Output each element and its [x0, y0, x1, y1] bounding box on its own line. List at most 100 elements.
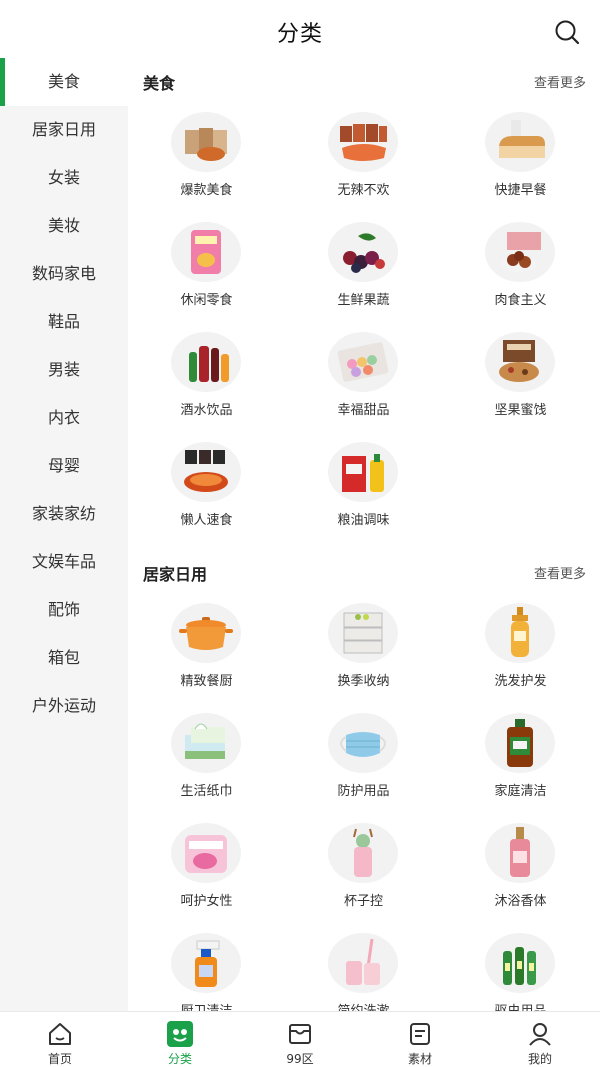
- search-icon[interactable]: [554, 19, 580, 45]
- category-item[interactable]: 坚果蜜饯: [442, 322, 599, 432]
- sidebar-item-home-textile[interactable]: 家装家纺: [0, 490, 128, 538]
- category-label: 精致餐厨: [180, 674, 233, 689]
- tab-99-zone[interactable]: 99区: [240, 1012, 360, 1067]
- bottom-tab-bar: 首页 分类 99区 素材 我的: [0, 1011, 600, 1067]
- disinfectant-icon: [485, 713, 555, 773]
- bread-icon: [485, 112, 555, 172]
- storage-box-icon: [328, 603, 398, 663]
- category-item[interactable]: 生活纸巾: [128, 703, 285, 813]
- sidebar-item-home-daily[interactable]: 居家日用: [0, 106, 128, 154]
- category-icon: [167, 1021, 193, 1047]
- category-label: 生鲜果蔬: [337, 293, 390, 308]
- sidebar-item-beauty[interactable]: 美妆: [0, 202, 128, 250]
- category-item[interactable]: 酒水饮品: [128, 322, 285, 432]
- category-label: 肉食主义: [494, 293, 547, 308]
- sidebar-item-accessories[interactable]: 配饰: [0, 586, 128, 634]
- category-label: 呵护女性: [180, 894, 233, 909]
- category-item[interactable]: 防护用品: [285, 703, 442, 813]
- category-item[interactable]: 懒人速食: [128, 432, 285, 542]
- tab-category[interactable]: 分类: [120, 1012, 240, 1067]
- category-label: 快捷早餐: [494, 183, 547, 198]
- tab-home[interactable]: 首页: [0, 1012, 120, 1067]
- category-item[interactable]: 粮油调味: [285, 432, 442, 542]
- category-label: 换季收纳: [337, 674, 390, 689]
- tissue-icon: [171, 713, 241, 773]
- category-item[interactable]: 休闲零食: [128, 212, 285, 322]
- sidebar-item-entertainment-car[interactable]: 文娱车品: [0, 538, 128, 586]
- category-label: 家庭清洁: [494, 784, 547, 799]
- toothbrush-cup-icon: [328, 933, 398, 993]
- category-label: 杯子控: [343, 894, 383, 909]
- category-label: 无辣不欢: [337, 183, 390, 198]
- section-header: 美食 查看更多: [128, 58, 600, 102]
- top-header: 分类: [0, 0, 600, 60]
- category-item[interactable]: 杯子控: [285, 813, 442, 923]
- view-more-link[interactable]: 查看更多: [534, 563, 586, 582]
- bottles-icon: [485, 933, 555, 993]
- category-label: 驱虫用品: [442, 1000, 599, 1011]
- category-item[interactable]: 肉食主义: [442, 212, 599, 322]
- category-item[interactable]: 精致餐厨: [128, 593, 285, 703]
- tab-label: 分类: [167, 1052, 192, 1066]
- category-item[interactable]: 简约洗漱: [285, 923, 442, 1011]
- category-item[interactable]: 换季收纳: [285, 593, 442, 703]
- sidebar-item-bags[interactable]: 箱包: [0, 634, 128, 682]
- chips-bag-icon: [171, 222, 241, 282]
- sidebar-item-digital[interactable]: 数码家电: [0, 250, 128, 298]
- mask-icon: [328, 713, 398, 773]
- cup-icon: [328, 823, 398, 883]
- sidebar-item-food[interactable]: 美食: [0, 58, 128, 106]
- category-label: 洗发护发: [494, 674, 547, 689]
- category-item[interactable]: 驱虫用品: [442, 923, 599, 1011]
- pot-icon: [171, 603, 241, 663]
- category-item[interactable]: 厨卫清洁: [128, 923, 285, 1011]
- sidebar-item-baby[interactable]: 母婴: [0, 442, 128, 490]
- category-label: 简约洗漱: [285, 1000, 442, 1011]
- tab-materials[interactable]: 素材: [360, 1012, 480, 1067]
- sidebar-item-underwear[interactable]: 内衣: [0, 394, 128, 442]
- sidebar-item-menswear[interactable]: 男装: [0, 346, 128, 394]
- category-label: 幸福甜品: [337, 403, 390, 418]
- category-label: 厨卫清洁: [128, 1000, 285, 1011]
- section-header: 居家日用 查看更多: [128, 549, 600, 593]
- category-item[interactable]: 呵护女性: [128, 813, 285, 923]
- category-item[interactable]: 洗发护发: [442, 593, 599, 703]
- spicy-food-icon: [328, 112, 398, 172]
- category-grid: 爆款美食 无辣不欢 快捷早餐 休闲零食 生鲜果蔬 肉食主义 酒水饮品 幸福甜品 …: [128, 102, 600, 542]
- category-item[interactable]: 快捷早餐: [442, 102, 599, 212]
- snack-box-icon: [171, 112, 241, 172]
- category-label: 沐浴香体: [494, 894, 547, 909]
- category-item[interactable]: 沐浴香体: [442, 813, 599, 923]
- category-item[interactable]: 幸福甜品: [285, 322, 442, 432]
- nuts-icon: [485, 332, 555, 392]
- category-item[interactable]: 生鲜果蔬: [285, 212, 442, 322]
- category-label: 懒人速食: [180, 513, 233, 528]
- category-sidebar: 美食 居家日用 女装 美妆 数码家电 鞋品 男装 内衣 母婴 家装家纺 文娱车品…: [0, 58, 128, 1011]
- tab-mine[interactable]: 我的: [480, 1012, 600, 1067]
- berries-icon: [328, 222, 398, 282]
- drinks-icon: [171, 332, 241, 392]
- section-title: 居家日用: [143, 565, 208, 584]
- user-icon: [529, 1023, 551, 1046]
- view-more-link[interactable]: 查看更多: [534, 72, 586, 91]
- category-item[interactable]: 家庭清洁: [442, 703, 599, 813]
- section-title: 美食: [143, 74, 176, 93]
- sidebar-item-womens-wear[interactable]: 女装: [0, 154, 128, 202]
- macaron-icon: [328, 332, 398, 392]
- shampoo-icon: [485, 603, 555, 663]
- document-icon: [410, 1023, 430, 1045]
- category-item[interactable]: 无辣不欢: [285, 102, 442, 212]
- section-home-daily: 居家日用 查看更多 精致餐厨 换季收纳 洗发护发 生活纸巾 防护用品 家庭清洁 …: [128, 549, 600, 1011]
- sanitary-pad-icon: [171, 823, 241, 883]
- home-icon: [49, 1023, 71, 1045]
- sidebar-item-outdoor[interactable]: 户外运动: [0, 682, 128, 730]
- meat-icon: [485, 222, 555, 282]
- category-label: 防护用品: [337, 784, 390, 799]
- tab-label: 99区: [286, 1052, 314, 1066]
- category-content[interactable]: 美食 查看更多 爆款美食 无辣不欢 快捷早餐 休闲零食 生鲜果蔬 肉食主义 酒水…: [128, 58, 600, 1011]
- instant-noodle-icon: [171, 442, 241, 502]
- sidebar-item-shoes[interactable]: 鞋品: [0, 298, 128, 346]
- tab-label: 素材: [407, 1052, 432, 1066]
- category-label: 酒水饮品: [180, 403, 233, 418]
- category-item[interactable]: 爆款美食: [128, 102, 285, 212]
